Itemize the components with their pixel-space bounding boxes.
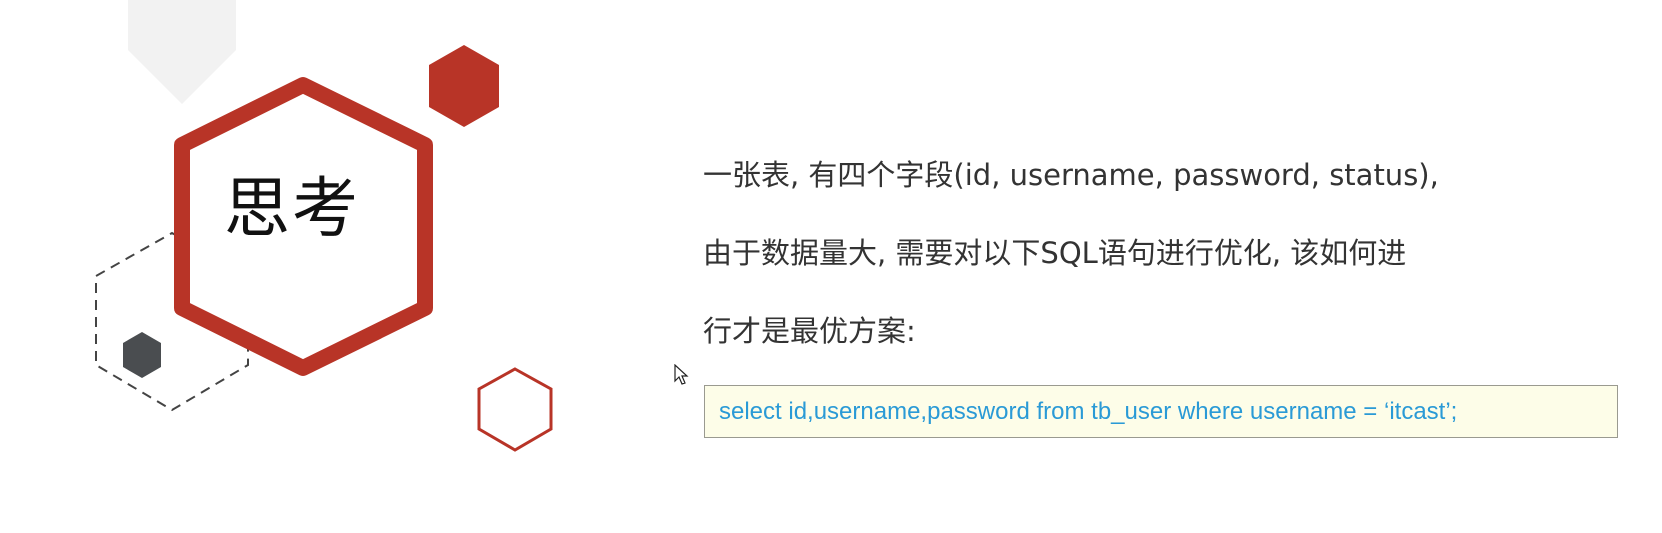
question-text: 一张表, 有四个字段(id, username, password, statu… bbox=[703, 150, 1439, 384]
dark-hexagon bbox=[123, 332, 161, 378]
question-line: 由于数据量大, 需要对以下SQL语句进行优化, 该如何进 bbox=[703, 236, 1407, 270]
question-line: 一张表, 有四个字段(id, username, password, statu… bbox=[703, 158, 1439, 192]
outline-hexagon bbox=[477, 367, 553, 452]
page-title: 思考 bbox=[224, 170, 360, 247]
sql-statement: select id,username,password from tb_user… bbox=[719, 398, 1458, 425]
red-hexagon bbox=[429, 45, 499, 127]
sql-code-box: select id,username,password from tb_user… bbox=[704, 385, 1618, 438]
question-line: 行才是最优方案: bbox=[703, 314, 916, 348]
light-hexagon bbox=[128, 0, 236, 104]
mouse-cursor-icon bbox=[674, 364, 689, 385]
